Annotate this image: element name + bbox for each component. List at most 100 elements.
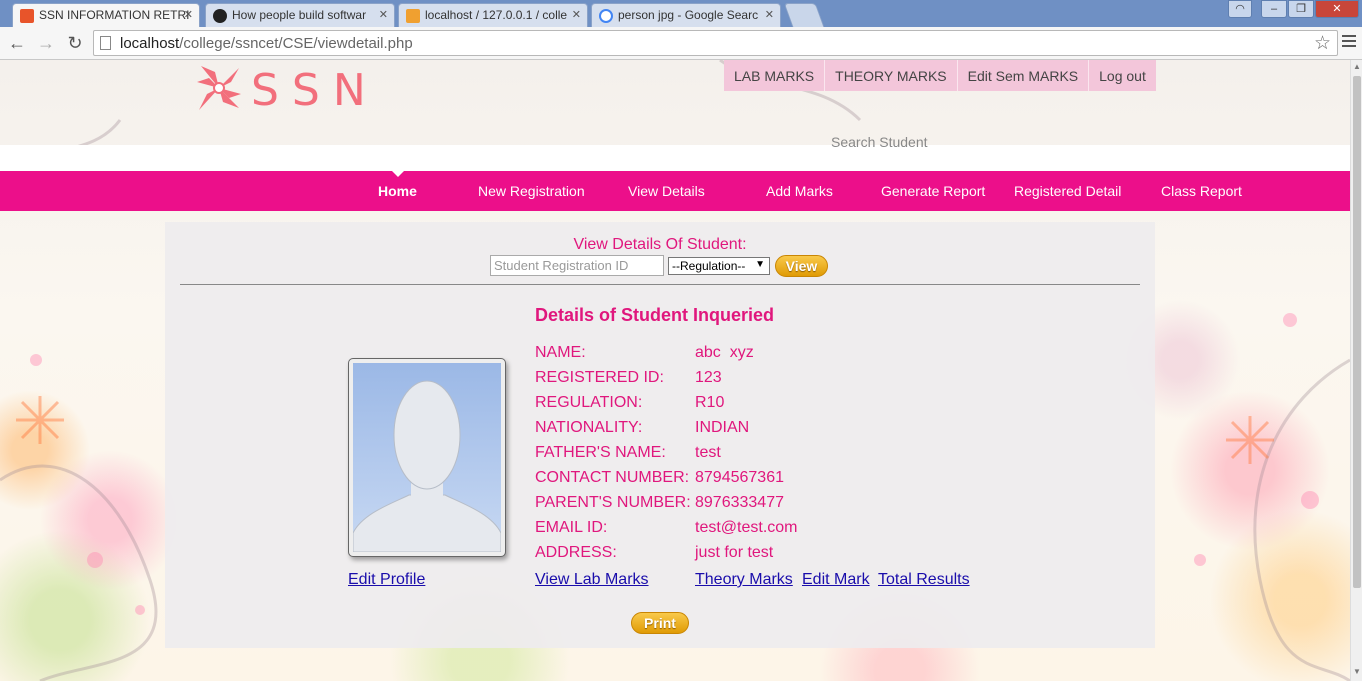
view-button[interactable]: View: [775, 255, 828, 277]
browser-tab-ssn[interactable]: SSN INFORMATION RETRI ✕: [12, 3, 200, 27]
scroll-down-icon[interactable]: ▼: [1351, 667, 1362, 679]
detail-value: test@test.com: [695, 519, 798, 536]
forward-icon[interactable]: →: [35, 32, 57, 54]
url-path: /college/ssncet/CSE/viewdetail.php: [179, 35, 413, 52]
url-host: localhost: [120, 35, 180, 52]
close-tab-icon[interactable]: ✕: [765, 8, 774, 21]
logo-text: SSN: [251, 65, 379, 116]
close-tab-icon[interactable]: ✕: [379, 8, 388, 21]
detail-row-fathers-name: FATHER'S NAME: test: [535, 444, 798, 469]
detail-value: abc xyz: [695, 344, 754, 361]
tab-title: SSN INFORMATION RETRI: [39, 8, 190, 22]
content-panel: View Details Of Student: --Regulation-- …: [165, 222, 1155, 648]
minimize-icon[interactable]: –: [1261, 0, 1287, 18]
user-icon[interactable]: ◠: [1228, 0, 1252, 18]
google-icon: [599, 9, 613, 23]
view-lab-marks-link[interactable]: View Lab Marks: [535, 571, 649, 589]
person-placeholder-icon: [353, 363, 501, 552]
top-menu-lab-marks[interactable]: LAB MARKS: [724, 60, 824, 91]
browser-tab-github[interactable]: How people build softwar ✕: [205, 3, 395, 27]
edit-profile-link[interactable]: Edit Profile: [348, 571, 425, 589]
details-title: Details of Student Inqueried: [535, 305, 775, 325]
student-photo: [348, 358, 506, 557]
maximize-icon[interactable]: ❐: [1288, 0, 1314, 18]
view-details-heading: View Details Of Student:: [573, 236, 747, 253]
nav-add-marks[interactable]: Add Marks: [766, 183, 833, 199]
top-menu: LAB MARKS THEORY MARKS Edit Sem MARKS Lo…: [724, 60, 1156, 91]
ssn-favicon-icon: [20, 9, 34, 23]
close-tab-icon[interactable]: ✕: [572, 8, 581, 21]
detail-row-address: ADDRESS: just for test: [535, 544, 798, 569]
chevron-down-icon: ▼: [755, 259, 765, 270]
browser-toolbar: ← → ↻ localhost/college/ssncet/CSE/viewd…: [0, 27, 1362, 60]
nav-registered-detail[interactable]: Registered Detail: [1014, 183, 1121, 199]
detail-value: test: [695, 444, 721, 461]
regulation-select-value: --Regulation--: [672, 259, 746, 273]
nav-class-report[interactable]: Class Report: [1161, 183, 1242, 199]
detail-value: 123: [695, 369, 722, 386]
window-close-icon[interactable]: ✕: [1315, 0, 1359, 18]
print-button[interactable]: Print: [631, 612, 689, 634]
browser-tabstrip: SSN INFORMATION RETRI ✕ How people build…: [0, 0, 1362, 27]
github-icon: [213, 9, 227, 23]
tab-title: How people build softwar: [232, 8, 367, 22]
close-tab-icon[interactable]: ✕: [184, 8, 193, 21]
detail-row-name: NAME: abc xyz: [535, 344, 798, 369]
url-text: localhost/college/ssncet/CSE/viewdetail.…: [120, 35, 413, 52]
address-bar[interactable]: localhost/college/ssncet/CSE/viewdetail.…: [93, 30, 1338, 56]
detail-label: CONTACT NUMBER:: [535, 469, 690, 486]
detail-row-nationality: NATIONALITY: INDIAN: [535, 419, 798, 444]
detail-label: REGISTERED ID:: [535, 369, 664, 386]
page-icon: [100, 36, 111, 50]
top-menu-logout[interactable]: Log out: [1088, 60, 1156, 91]
detail-value: INDIAN: [695, 419, 750, 436]
nav-view-details[interactable]: View Details: [628, 183, 705, 199]
phpmyadmin-icon: [406, 9, 420, 23]
detail-label: ADDRESS:: [535, 544, 617, 561]
ssn-logo-icon: [197, 66, 241, 110]
tab-title: localhost / 127.0.0.1 / colle: [425, 8, 568, 22]
page: SSN LAB MARKS THEORY MARKS Edit Sem MARK…: [0, 60, 1350, 681]
nav-generate-report[interactable]: Generate Report: [881, 183, 985, 199]
active-nav-indicator: [392, 171, 404, 177]
detail-row-registered-id: REGISTERED ID: 123: [535, 369, 798, 394]
total-results-link[interactable]: Total Results: [878, 571, 970, 589]
detail-label: PARENT'S NUMBER:: [535, 494, 691, 511]
detail-value: 8976333477: [695, 494, 784, 511]
regulation-select[interactable]: --Regulation-- ▼: [668, 257, 770, 275]
back-icon[interactable]: ←: [6, 32, 28, 54]
top-menu-edit-sem-marks[interactable]: Edit Sem MARKS: [956, 60, 1088, 91]
divider: [180, 284, 1140, 285]
search-student-label[interactable]: Search Student: [831, 134, 928, 150]
detail-row-parents-number: PARENT'S NUMBER: 8976333477: [535, 494, 798, 519]
new-tab-button[interactable]: [783, 3, 825, 27]
browser-menu-icon[interactable]: [1342, 35, 1356, 49]
reload-icon[interactable]: ↻: [64, 32, 86, 54]
scrollbar-thumb[interactable]: [1353, 76, 1361, 588]
edit-mark-link[interactable]: Edit Mark: [802, 571, 870, 589]
theory-marks-link[interactable]: Theory Marks: [695, 571, 793, 589]
detail-label: REGULATION:: [535, 394, 643, 411]
top-menu-theory-marks[interactable]: THEORY MARKS: [824, 60, 957, 91]
detail-value: R10: [695, 394, 725, 411]
detail-row-regulation: REGULATION: R10: [535, 394, 798, 419]
detail-row-contact-number: CONTACT NUMBER: 8794567361: [535, 469, 798, 494]
bookmark-star-icon[interactable]: ☆: [1314, 32, 1331, 55]
main-nav: Home New Registration View Details Add M…: [0, 171, 1350, 211]
search-strip: Search Student: [0, 134, 1350, 171]
nav-home[interactable]: Home: [378, 183, 417, 199]
detail-label: NAME:: [535, 344, 586, 361]
nav-new-registration[interactable]: New Registration: [478, 183, 585, 199]
student-details: NAME: abc xyz REGISTERED ID: 123 REGULATIO…: [535, 344, 798, 569]
detail-value: just for test: [695, 544, 774, 561]
detail-label: FATHER'S NAME:: [535, 444, 666, 461]
detail-value: 8794567361: [695, 469, 784, 486]
page-scrollbar[interactable]: ▲ ▼: [1350, 60, 1362, 681]
browser-tab-phpmyadmin[interactable]: localhost / 127.0.0.1 / colle ✕: [398, 3, 588, 27]
registration-id-input[interactable]: [490, 255, 664, 276]
detail-row-email-id: EMAIL ID: test@test.com: [535, 519, 798, 544]
browser-tab-google[interactable]: person jpg - Google Searc ✕: [591, 3, 781, 27]
detail-label: EMAIL ID:: [535, 519, 608, 536]
scroll-up-icon[interactable]: ▲: [1351, 62, 1362, 74]
detail-label: NATIONALITY:: [535, 419, 643, 436]
